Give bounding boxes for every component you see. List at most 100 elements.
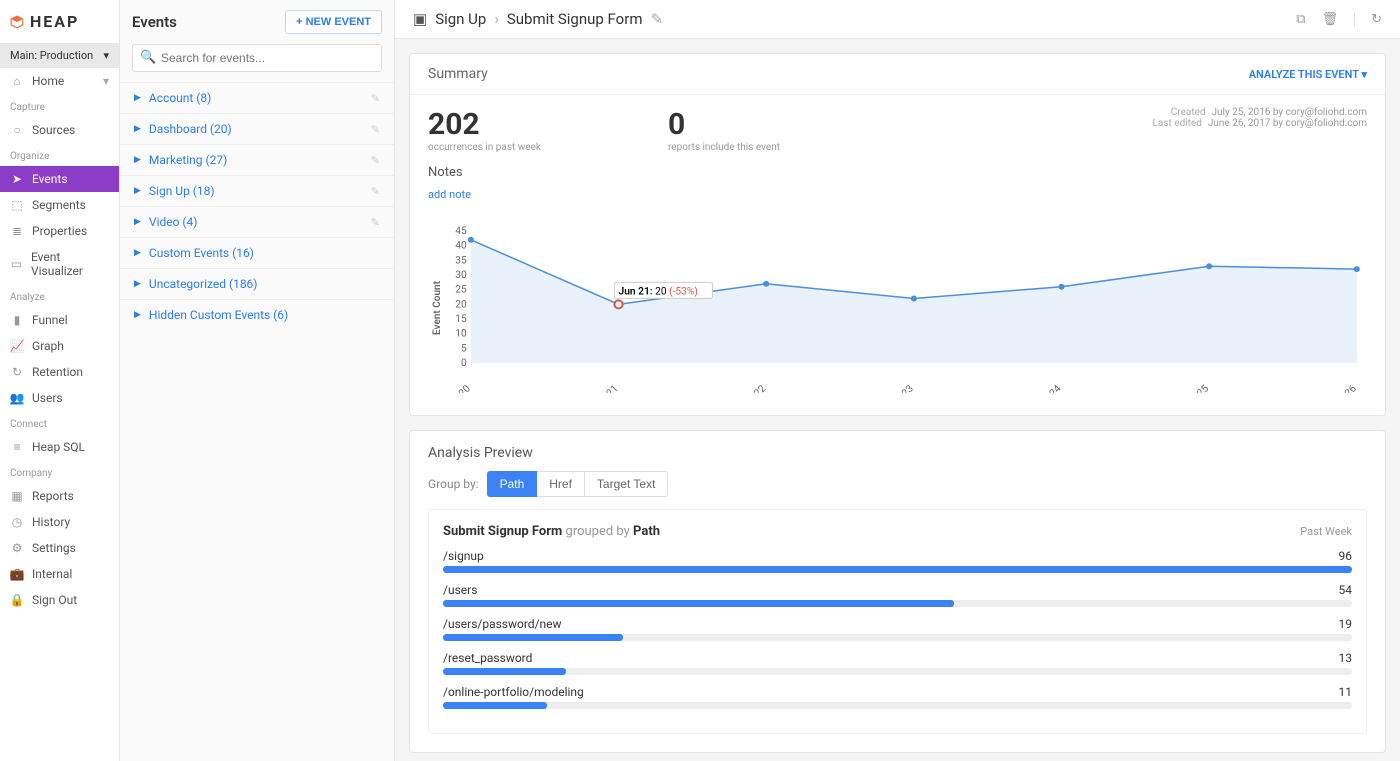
bar-value: 54 xyxy=(1339,583,1353,597)
analyze-event-link[interactable]: ANALYZE THIS EVENT ▾ xyxy=(1249,68,1367,81)
cube-icon: ⬚ xyxy=(10,198,24,212)
history-icon[interactable]: ↻ xyxy=(1354,12,1382,27)
event-group-label: Hidden Custom Events (6) xyxy=(149,308,288,322)
chart-icon: 📈 xyxy=(10,339,24,353)
edit-icon[interactable]: ✎ xyxy=(650,10,663,28)
edit-icon[interactable]: ✎ xyxy=(371,216,380,229)
stat-value: 0 xyxy=(668,107,908,142)
nav-item-label: Heap SQL xyxy=(32,440,85,454)
nav-section-label: Analyze xyxy=(0,284,119,307)
nav-item-label: Internal xyxy=(32,567,72,581)
svg-text:20: 20 xyxy=(455,299,467,310)
delete-icon[interactable]: 🗑 xyxy=(1322,12,1339,27)
event-group[interactable]: ▶Uncategorized (186) xyxy=(120,268,394,299)
analysis-bar-row: /signup96 xyxy=(443,549,1352,573)
nav-item-graph[interactable]: 📈 Graph xyxy=(0,333,119,359)
nav-item-heap-sql[interactable]: ≡Heap SQL xyxy=(0,434,119,460)
svg-text:Event Count: Event Count xyxy=(432,280,443,335)
nav-home[interactable]: ⌂ Home ▾ xyxy=(0,68,119,94)
bar-track xyxy=(443,668,1352,675)
bar-track xyxy=(443,566,1352,573)
event-group[interactable]: ▶ Account (8) ✎ xyxy=(120,82,394,113)
events-panel: Events + NEW EVENT 🔍 ▶Account (8)✎▶Dashb… xyxy=(120,0,395,761)
main-header: ▣ Sign Up › Submit Signup Form ✎ ⧉ 🗑 ↻ xyxy=(395,0,1400,39)
new-event-button[interactable]: + NEW EVENT xyxy=(285,10,382,34)
analysis-inner-title: Submit Signup Form grouped by Path xyxy=(443,524,660,539)
lock-icon: 🔒 xyxy=(10,593,24,607)
event-group[interactable]: ▶ Video (4) ✎ xyxy=(120,206,394,237)
window-icon: ▭ xyxy=(10,257,23,271)
event-group[interactable]: ▶Dashboard (20)✎ xyxy=(120,113,394,144)
bar-value: 13 xyxy=(1339,651,1353,665)
nav-item-sources[interactable]: ○Sources xyxy=(0,117,119,143)
svg-text:0: 0 xyxy=(461,358,467,369)
chevron-down-icon: ▾ xyxy=(1361,68,1367,81)
nav-item-events[interactable]: ➤Events xyxy=(0,166,119,192)
bar-track xyxy=(443,600,1352,607)
bar-path: /reset_password xyxy=(443,651,532,665)
event-count-chart: Event Count051015202530354045Jun 20Jun 2… xyxy=(410,213,1385,415)
svg-text:40: 40 xyxy=(455,241,467,252)
report-icon: ▦ xyxy=(10,489,24,503)
chevron-right-icon: ▶ xyxy=(134,93,141,103)
created-value: July 25, 2016 by cory@foliohd.com xyxy=(1212,107,1367,118)
nav-item-label: Segments xyxy=(32,198,86,212)
chevron-right-icon: ▶ xyxy=(134,217,141,227)
nav-item-settings[interactable]: ⚙Settings xyxy=(0,535,119,561)
bar-path: /users/password/new xyxy=(443,617,562,631)
edit-icon[interactable]: ✎ xyxy=(371,123,380,136)
notes-title: Notes xyxy=(410,157,1385,184)
event-group[interactable]: ▶Marketing (27)✎ xyxy=(120,144,394,175)
bar-fill xyxy=(443,600,954,607)
nav-item-label: Event Visualizer xyxy=(31,250,109,278)
add-note-link[interactable]: add note xyxy=(410,184,1385,213)
nav-item-users[interactable]: 👥Users xyxy=(0,385,119,411)
edit-icon[interactable]: ✎ xyxy=(371,154,380,167)
event-group[interactable]: ▶Sign Up (18)✎ xyxy=(120,175,394,206)
bar-path: /signup xyxy=(443,549,484,563)
bar-value: 19 xyxy=(1339,617,1353,631)
chevron-right-icon: ▶ xyxy=(134,248,141,258)
nav-item-label: Graph xyxy=(32,339,64,353)
stat-label: occurrences in past week xyxy=(428,142,668,153)
nav-item-retention[interactable]: ↻Retention xyxy=(0,359,119,385)
bar-path: /online-portfolio/modeling xyxy=(443,685,584,699)
analysis-bar-row: /users54 xyxy=(443,583,1352,607)
created-label: Created xyxy=(1171,107,1206,118)
svg-text:5: 5 xyxy=(461,343,467,354)
env-selector[interactable]: Main: Production ▾ xyxy=(0,43,119,68)
stat-label: reports include this event xyxy=(668,142,908,153)
event-group-label: Uncategorized (186) xyxy=(149,277,258,291)
svg-text:45: 45 xyxy=(455,226,467,237)
copy-icon[interactable]: ⧉ xyxy=(1296,12,1305,27)
analysis-preview-card: Analysis Preview Group by: PathHrefTarge… xyxy=(409,430,1386,753)
groupby-tab-path[interactable]: Path xyxy=(487,471,538,497)
breadcrumb-parent[interactable]: Sign Up xyxy=(435,10,486,28)
nav-item-label: Funnel xyxy=(32,313,68,327)
nav-item-sign-out[interactable]: 🔒Sign Out xyxy=(0,587,119,613)
sidebar: HEAP Main: Production ▾ ⌂ Home ▾ Capture… xyxy=(0,0,120,761)
event-group-label: Video (4) xyxy=(149,215,198,229)
nav-section-label: Capture xyxy=(0,94,119,117)
svg-text:30: 30 xyxy=(455,270,467,281)
nav-item-reports[interactable]: ▦Reports xyxy=(0,483,119,509)
nav-item-history[interactable]: ◷History xyxy=(0,509,119,535)
edit-icon[interactable]: ✎ xyxy=(371,185,380,198)
nav-item-internal[interactable]: 💼Internal xyxy=(0,561,119,587)
event-group[interactable]: ▶Hidden Custom Events (6) xyxy=(120,299,394,330)
svg-text:Jun 24: Jun 24 xyxy=(1034,383,1064,393)
edit-icon[interactable]: ✎ xyxy=(371,92,380,105)
groupby-tab-target-text[interactable]: Target Text xyxy=(585,471,668,497)
bar-value: 11 xyxy=(1339,685,1353,699)
nav-item-segments[interactable]: ⬚ Segments xyxy=(0,192,119,218)
meta-block: Created July 25, 2016 by cory@foliohd.co… xyxy=(1153,107,1367,153)
event-group[interactable]: ▶Custom Events (16) xyxy=(120,237,394,268)
event-group-label: Account (8) xyxy=(149,91,211,105)
search-input[interactable] xyxy=(132,44,382,72)
groupby-tab-href[interactable]: Href xyxy=(537,471,585,497)
bar-fill xyxy=(443,668,566,675)
nav-item-funnel[interactable]: ▮Funnel xyxy=(0,307,119,333)
analysis-title: Analysis Preview xyxy=(410,431,1385,471)
nav-item-properties[interactable]: ≣Properties xyxy=(0,218,119,244)
nav-item-event-visualizer[interactable]: ▭ Event Visualizer xyxy=(0,244,119,284)
